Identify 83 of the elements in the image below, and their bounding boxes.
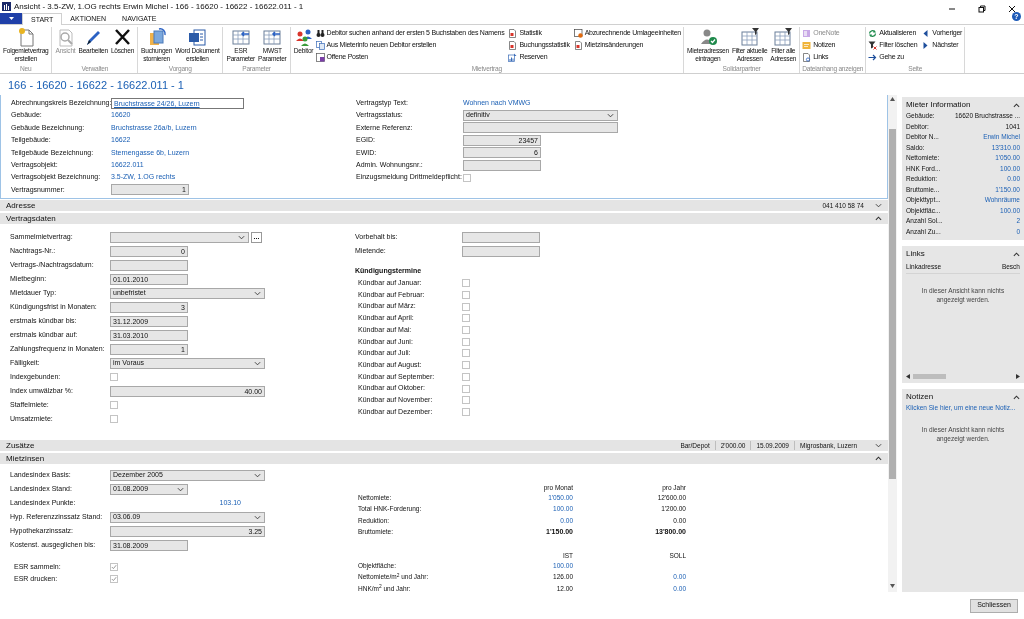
input-field[interactable] bbox=[110, 259, 188, 271]
link-document-icon bbox=[802, 53, 812, 62]
caret-down-icon bbox=[8, 17, 14, 20]
document-warning-icon bbox=[573, 29, 583, 38]
input-field[interactable] bbox=[463, 122, 618, 134]
dropdown[interactable] bbox=[110, 231, 249, 243]
section-header[interactable]: Mietzinsen bbox=[0, 453, 888, 464]
checkbox[interactable] bbox=[110, 415, 118, 423]
checkbox[interactable] bbox=[462, 326, 470, 335]
arrow-right-icon bbox=[868, 53, 878, 62]
section-header[interactable]: Vertragsdaten bbox=[0, 213, 888, 224]
chevron-down-icon bbox=[254, 514, 261, 520]
chevron-down-icon bbox=[254, 290, 261, 296]
checkbox[interactable] bbox=[110, 563, 118, 571]
chevron-down-icon bbox=[875, 443, 882, 448]
table-filter-icon bbox=[739, 27, 760, 47]
table-filter-icon bbox=[773, 27, 794, 47]
checkbox[interactable] bbox=[463, 173, 471, 182]
scroll-left-icon bbox=[906, 374, 910, 379]
app-icon bbox=[2, 2, 11, 11]
section-title: Zusätze bbox=[6, 439, 35, 452]
document-table-icon bbox=[315, 53, 325, 62]
checkbox[interactable] bbox=[462, 396, 470, 405]
section-title: Vertragsdaten bbox=[6, 212, 56, 225]
table-arrow-icon bbox=[262, 27, 283, 47]
triangle-left-icon bbox=[921, 29, 931, 38]
binoculars-icon bbox=[315, 29, 325, 38]
checkbox[interactable] bbox=[462, 302, 470, 311]
input-field[interactable] bbox=[462, 231, 540, 243]
filter-clear-icon bbox=[868, 41, 878, 50]
cross-icon bbox=[112, 27, 133, 47]
scroll-down-icon bbox=[890, 584, 895, 588]
document-icon bbox=[508, 29, 518, 38]
chevron-down-icon bbox=[238, 234, 245, 240]
panel-title: Links bbox=[906, 248, 925, 260]
panel-title: Mieter Information bbox=[906, 99, 971, 111]
chevron-down-icon bbox=[254, 360, 261, 366]
document-icon bbox=[187, 27, 208, 47]
section-title: Mietzinsen bbox=[6, 452, 45, 465]
section-title: Adresse bbox=[6, 199, 36, 212]
document-icon bbox=[573, 41, 583, 50]
scroll-thumb[interactable] bbox=[913, 374, 946, 379]
documents-icon bbox=[315, 41, 325, 50]
note-icon bbox=[802, 29, 812, 38]
page-heading: 166 - 16620 - 16622 - 16622.011 - 1 bbox=[8, 77, 184, 93]
document-icon bbox=[508, 41, 518, 50]
chevron-up-icon bbox=[1013, 102, 1020, 108]
chevron-down-icon bbox=[875, 203, 882, 208]
checkbox[interactable] bbox=[462, 291, 470, 300]
checkbox[interactable] bbox=[110, 373, 118, 381]
window-title: Ansicht - 3.5-ZW, 1.OG rechts Erwin Michel - 166 - 16620 - 16622 - 16622.011 - 1 bbox=[14, 0, 304, 13]
chevron-up-icon bbox=[875, 456, 882, 461]
input-field[interactable] bbox=[462, 245, 540, 257]
scroll-up-icon bbox=[890, 97, 895, 101]
chevron-up-icon bbox=[875, 216, 882, 221]
close-icon bbox=[1008, 4, 1016, 13]
input-field[interactable] bbox=[463, 159, 541, 171]
checkbox[interactable] bbox=[110, 575, 118, 583]
checkbox[interactable] bbox=[462, 337, 470, 346]
checkbox[interactable] bbox=[462, 372, 470, 381]
file-menu-button[interactable] bbox=[0, 13, 22, 24]
scrollbar[interactable] bbox=[888, 95, 897, 592]
chevron-down-icon bbox=[254, 472, 261, 478]
checkbox[interactable] bbox=[462, 349, 470, 358]
horizontal-scrollbar[interactable] bbox=[906, 373, 1020, 380]
panel-title: Notizen bbox=[906, 391, 934, 403]
chevron-down-icon bbox=[177, 486, 184, 492]
checkbox[interactable] bbox=[110, 401, 118, 409]
chevron-down-icon bbox=[607, 113, 614, 119]
checkbox[interactable] bbox=[462, 279, 470, 288]
checkbox[interactable] bbox=[462, 384, 470, 393]
chart-document-icon bbox=[508, 53, 518, 62]
note-icon bbox=[802, 41, 812, 50]
restore-icon bbox=[978, 4, 986, 13]
table-arrow-icon bbox=[230, 27, 251, 47]
chevron-up-icon bbox=[1013, 251, 1020, 257]
checkbox[interactable] bbox=[462, 407, 470, 416]
checkbox[interactable] bbox=[462, 314, 470, 323]
checkbox[interactable] bbox=[462, 361, 470, 370]
chevron-up-icon bbox=[1013, 394, 1020, 400]
scroll-right-icon bbox=[1016, 374, 1020, 379]
refresh-icon bbox=[868, 29, 878, 38]
scroll-thumb[interactable] bbox=[889, 129, 896, 479]
